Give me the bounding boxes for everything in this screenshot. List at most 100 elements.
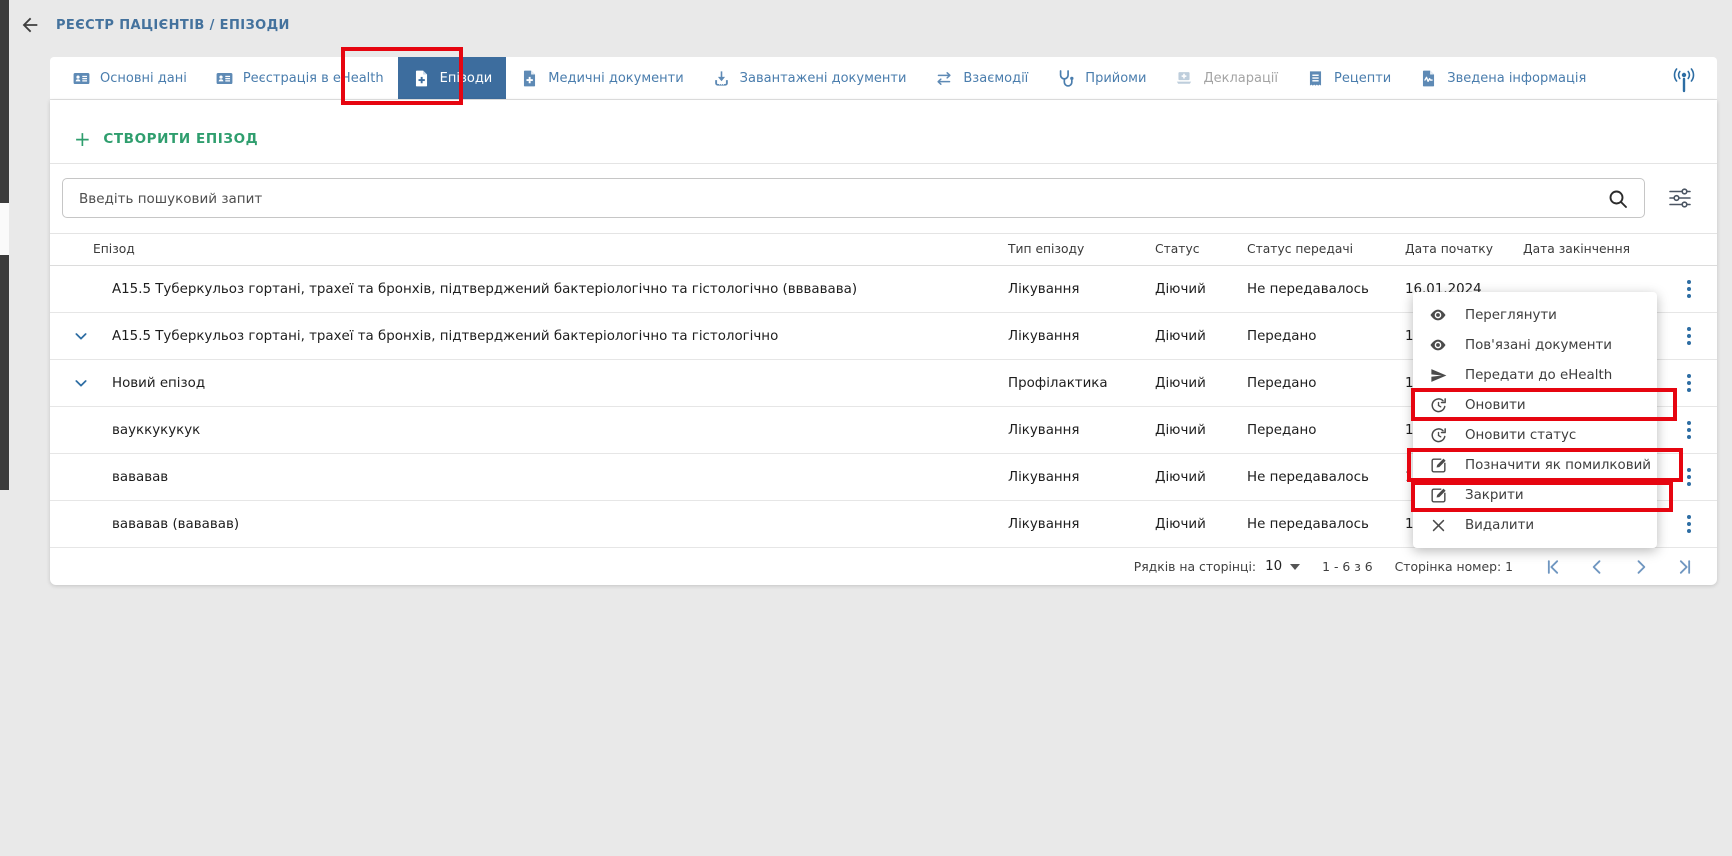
cell-transfer-status: Передано bbox=[1247, 423, 1405, 438]
tab-label: Реєстрація в eHealth bbox=[243, 71, 384, 86]
menu-item-view[interactable]: Переглянути bbox=[1413, 300, 1657, 330]
menu-item-label: Переглянути bbox=[1465, 308, 1557, 323]
tab-label: Зведена інформація bbox=[1447, 71, 1586, 86]
pagination-bar: Рядків на сторінці: 10 1 - 6 з 6 Сторінк… bbox=[50, 548, 1717, 585]
cell-transfer-status: Не передавалось bbox=[1247, 470, 1405, 485]
tab-label: Прийоми bbox=[1085, 71, 1146, 86]
tab-medychni-dokumenty[interactable]: Медичні документи bbox=[506, 57, 697, 99]
tab-deklaratsii[interactable]: Декларації bbox=[1160, 57, 1292, 99]
rows-per-page-select[interactable]: 10 bbox=[1265, 559, 1300, 574]
cell-transfer-status: Не передавалось bbox=[1247, 282, 1405, 297]
caret-down-icon bbox=[1290, 564, 1300, 570]
cell-status: Діючий bbox=[1155, 282, 1247, 297]
divider bbox=[50, 163, 1717, 164]
row-kebab-menu-icon[interactable] bbox=[1661, 327, 1717, 345]
next-page-icon[interactable] bbox=[1631, 557, 1651, 577]
search-input[interactable] bbox=[77, 179, 1601, 219]
range-label: 1 - 6 з 6 bbox=[1322, 559, 1372, 574]
rows-per-page-value: 10 bbox=[1265, 559, 1282, 574]
create-episode-label: СТВОРИТИ ЕПІЗОД bbox=[103, 131, 258, 147]
cell-episode: вауккукукук bbox=[112, 423, 1008, 438]
laptop-plus-icon bbox=[1174, 69, 1194, 88]
search-icon[interactable] bbox=[1606, 187, 1630, 215]
cell-type: Лікування bbox=[1008, 423, 1155, 438]
menu-item-label: Закрити bbox=[1465, 488, 1524, 503]
previous-page-icon[interactable] bbox=[1587, 557, 1607, 577]
file-plus-icon bbox=[412, 69, 431, 88]
menu-item-label: Видалити bbox=[1465, 518, 1534, 533]
update-icon bbox=[1428, 396, 1448, 415]
tab-label: Основні дані bbox=[100, 71, 187, 86]
menu-item-close-episode[interactable]: Закрити bbox=[1413, 480, 1657, 510]
column-header-episode: Епізод bbox=[50, 242, 1008, 256]
eye-icon bbox=[1428, 335, 1448, 355]
left-rail bbox=[0, 0, 9, 490]
cell-episode: Новий епізод bbox=[112, 376, 1008, 391]
tab-label: Епізоди bbox=[440, 71, 493, 86]
breadcrumb[interactable]: РЕЄСТР ПАЦІЄНТІВ / ЕПІЗОДИ bbox=[56, 18, 290, 33]
cell-episode: А15.5 Туберкульоз гортані, трахеї та бро… bbox=[112, 282, 1008, 297]
create-episode-button[interactable]: + СТВОРИТИ ЕПІЗОД bbox=[68, 128, 264, 150]
tab-label: Рецепти bbox=[1334, 71, 1391, 86]
menu-item-label: Оновити статус bbox=[1465, 428, 1576, 443]
left-rail-notch bbox=[0, 203, 9, 255]
rows-per-page-label: Рядків на сторінці: bbox=[1134, 559, 1256, 574]
menu-item-update[interactable]: Оновити bbox=[1413, 390, 1657, 420]
update-icon bbox=[1428, 426, 1448, 445]
menu-item-mark-as-erroneous[interactable]: Позначити як помилковий bbox=[1413, 450, 1657, 480]
tab-zavantazheni-dokumenty[interactable]: Завантажені документи bbox=[698, 57, 921, 99]
close-icon bbox=[1428, 517, 1448, 534]
tab-reiestratsiia-ehealth[interactable]: Реєстрація в eHealth bbox=[201, 57, 398, 99]
chevron-down-icon[interactable] bbox=[50, 328, 112, 344]
cell-transfer-status: Передано bbox=[1247, 329, 1405, 344]
column-header-type: Тип епізоду bbox=[1008, 242, 1155, 256]
summary-icon bbox=[1419, 69, 1438, 88]
cell-episode: вававав (вававав) bbox=[112, 517, 1008, 532]
row-kebab-menu-icon[interactable] bbox=[1661, 280, 1717, 298]
first-page-icon[interactable] bbox=[1543, 557, 1563, 577]
page-number-label: Сторінка номер: 1 bbox=[1395, 559, 1513, 574]
filter-sliders-icon[interactable] bbox=[1667, 185, 1693, 211]
cell-type: Лікування bbox=[1008, 470, 1155, 485]
table-header: Епізод Тип епізоду Статус Статус передач… bbox=[50, 233, 1717, 266]
chevron-down-icon[interactable] bbox=[50, 375, 112, 391]
cell-episode: А15.5 Туберкульоз гортані, трахеї та бро… bbox=[112, 329, 1008, 344]
cell-status: Діючий bbox=[1155, 517, 1247, 532]
tab-label: Медичні документи bbox=[548, 71, 683, 86]
tab-pryiomy[interactable]: Прийоми bbox=[1042, 57, 1160, 99]
cell-type: Профілактика bbox=[1008, 376, 1155, 391]
last-page-icon[interactable] bbox=[1675, 557, 1695, 577]
tab-epizody[interactable]: Епізоди bbox=[398, 57, 507, 99]
tab-osnovni-dani[interactable]: Основні дані bbox=[58, 57, 201, 99]
tab-label: Взаємодії bbox=[963, 71, 1028, 86]
back-arrow-icon[interactable] bbox=[18, 13, 42, 37]
menu-item-related-documents[interactable]: Пов'язані документи bbox=[1413, 330, 1657, 360]
stethoscope-icon bbox=[1056, 68, 1076, 88]
column-header-status: Статус bbox=[1155, 242, 1247, 256]
tab-zvedena-informatsiia[interactable]: Зведена інформація bbox=[1405, 57, 1600, 99]
send-icon bbox=[1428, 366, 1448, 385]
cell-status: Діючий bbox=[1155, 376, 1247, 391]
eye-icon bbox=[1428, 305, 1448, 325]
column-header-end-date: Дата закінчення bbox=[1523, 242, 1661, 256]
row-kebab-menu-icon[interactable] bbox=[1661, 421, 1717, 439]
menu-item-send-to-ehealth[interactable]: Передати до eHealth bbox=[1413, 360, 1657, 390]
tab-retsepty[interactable]: Рецепти bbox=[1292, 57, 1405, 99]
row-kebab-menu-icon[interactable] bbox=[1661, 468, 1717, 486]
tab-vzaiemodii[interactable]: Взаємодії bbox=[920, 57, 1042, 99]
signal-antenna-icon[interactable] bbox=[1667, 63, 1701, 101]
row-kebab-menu-icon[interactable] bbox=[1661, 515, 1717, 533]
menu-item-delete[interactable]: Видалити bbox=[1413, 510, 1657, 540]
transfer-icon bbox=[934, 69, 954, 88]
menu-item-label: Пов'язані документи bbox=[1465, 338, 1612, 353]
tab-bar: Основні дані Реєстрація в eHealth Епізод… bbox=[50, 57, 1717, 100]
cell-type: Лікування bbox=[1008, 517, 1155, 532]
cell-transfer-status: Не передавалось bbox=[1247, 517, 1405, 532]
column-header-transfer-status: Статус передачі bbox=[1247, 242, 1405, 256]
cell-status: Діючий bbox=[1155, 329, 1247, 344]
cell-transfer-status: Передано bbox=[1247, 376, 1405, 391]
download-icon bbox=[712, 69, 731, 88]
menu-item-label: Передати до eHealth bbox=[1465, 368, 1612, 383]
row-kebab-menu-icon[interactable] bbox=[1661, 374, 1717, 392]
menu-item-update-status[interactable]: Оновити статус bbox=[1413, 420, 1657, 450]
